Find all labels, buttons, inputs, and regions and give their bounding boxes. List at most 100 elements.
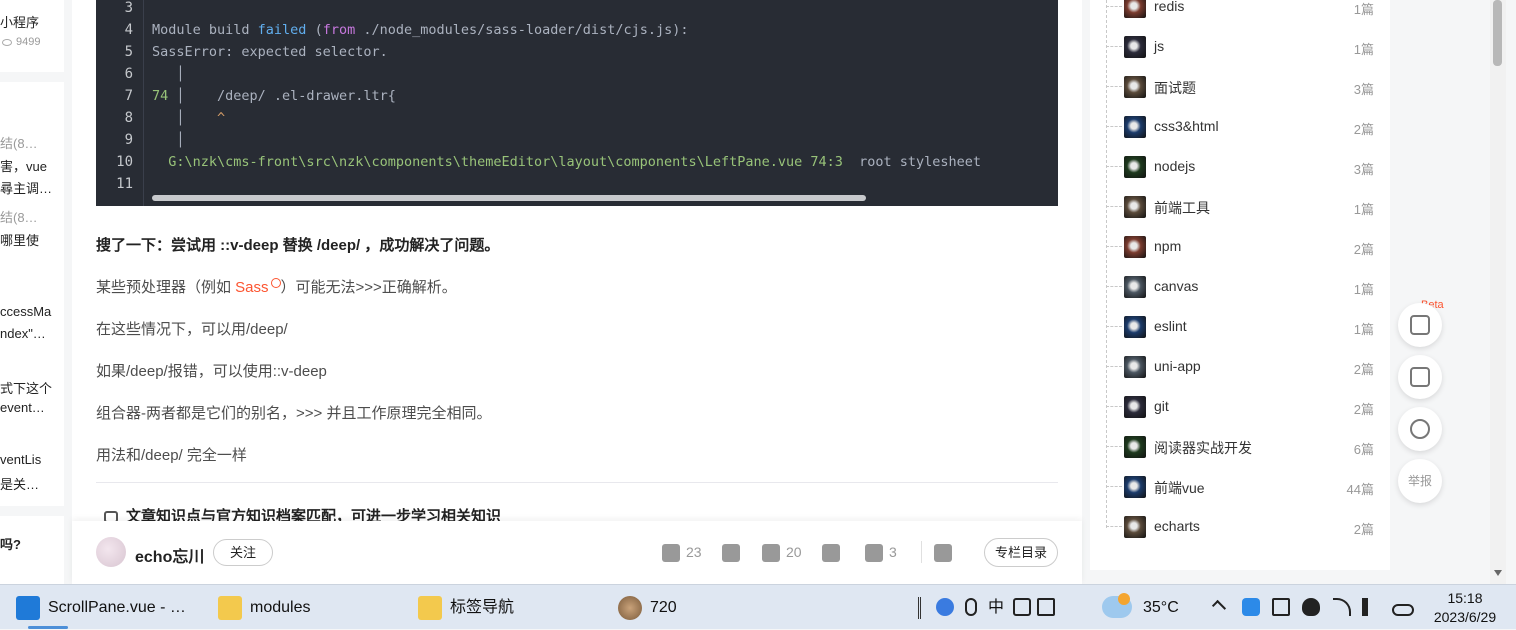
cloud-icon[interactable]: [1392, 604, 1414, 616]
dislike-button[interactable]: [722, 541, 746, 563]
related-article-text[interactable]: 小程序: [0, 12, 62, 31]
app-tray-icon[interactable]: [1242, 598, 1260, 616]
category-item[interactable]: uni-app 2篇: [1106, 346, 1386, 386]
paragraph: 在这些情况下，可以用/deep/: [96, 321, 288, 338]
tree-branch: [1106, 406, 1122, 407]
task-tab-nav-folder[interactable]: 标签导航: [418, 585, 514, 630]
battery-icon[interactable]: [1272, 598, 1290, 616]
related-article-text[interactable]: 结(8…: [0, 207, 62, 226]
category-name: eslint: [1154, 318, 1187, 334]
category-thumbnail: [1124, 0, 1146, 18]
favorite-button[interactable]: 20: [762, 541, 802, 563]
category-item[interactable]: nodejs 3篇: [1106, 146, 1386, 186]
related-article-text[interactable]: ccessMa: [0, 304, 62, 319]
tree-branch: [1106, 366, 1122, 367]
article-toolbar: echo忘川 关注 23 20 3 专栏目录: [72, 521, 1082, 584]
task-vscode[interactable]: ScrollPane.vue - …: [16, 585, 186, 630]
related-article-text[interactable]: 害，vue: [0, 156, 62, 175]
related-article-text[interactable]: event…: [0, 400, 62, 415]
microphone-icon[interactable]: [965, 598, 977, 616]
category-item[interactable]: 面试题 3篇: [1106, 66, 1386, 106]
category-thumbnail: [1124, 516, 1146, 538]
category-name: npm: [1154, 238, 1182, 254]
line-number-gutter: 3 4 5 6 7 8 9 10 11: [96, 0, 144, 206]
task-720[interactable]: 720: [618, 585, 677, 630]
chevron-up-icon[interactable]: [1211, 599, 1227, 615]
line-number: 7: [124, 88, 133, 104]
category-item[interactable]: redis 1篇: [1106, 0, 1386, 26]
category-item[interactable]: 前端工具 1篇: [1106, 186, 1386, 226]
temperature[interactable]: 35°C: [1143, 585, 1179, 630]
avatar[interactable]: [96, 537, 126, 567]
code-horizontal-scrollbar[interactable]: [152, 195, 866, 201]
ime-mode[interactable]: 中: [988, 585, 1004, 630]
sun-icon: [1118, 593, 1130, 605]
category-item[interactable]: echarts 2篇: [1106, 506, 1386, 546]
code-line: Module build failed (from ./node_modules…: [152, 22, 689, 38]
category-name: canvas: [1154, 278, 1199, 294]
sass-link[interactable]: Sass: [235, 278, 281, 296]
ai-assistant-button[interactable]: [1398, 303, 1442, 347]
category-item[interactable]: 阅读器实战开发 6篇: [1106, 426, 1386, 466]
category-item[interactable]: npm 2篇: [1106, 226, 1386, 266]
related-article-text[interactable]: 式下这个: [0, 378, 62, 397]
category-name: 前端工具: [1154, 200, 1210, 216]
category-thumbnail: [1124, 436, 1146, 458]
wifi-icon[interactable]: [1333, 598, 1351, 616]
reward-button[interactable]: [822, 541, 846, 563]
like-button[interactable]: 23: [662, 541, 702, 563]
task-modules-folder[interactable]: modules: [218, 585, 310, 630]
keyboard-icon[interactable]: [1013, 598, 1031, 616]
paragraph: 某些预处理器（例如 Sass ）可能无法>>>正确解析。: [96, 278, 457, 296]
scroll-down-arrow-icon[interactable]: [1494, 570, 1502, 576]
tree-branch: [1106, 206, 1122, 207]
category-name: git: [1154, 398, 1169, 414]
related-article-text[interactable]: 是关…: [0, 474, 62, 493]
thumbs-down-icon: [722, 544, 740, 563]
related-article-text[interactable]: ndex"…: [0, 326, 62, 341]
tools-icon[interactable]: [1037, 598, 1055, 616]
column-catalog-button[interactable]: 专栏目录: [984, 538, 1058, 567]
category-name: 前端vue: [1154, 480, 1205, 496]
category-thumbnail: [1124, 476, 1146, 498]
customer-service-button[interactable]: [1398, 407, 1442, 451]
category-item[interactable]: eslint 1篇: [1106, 306, 1386, 346]
volume-icon[interactable]: [1362, 598, 1376, 616]
category-thumbnail: [1124, 396, 1146, 418]
report-button[interactable]: 举报: [1398, 459, 1442, 503]
related-article-text[interactable]: ventLis: [0, 452, 62, 467]
taskbar: ScrollPane.vue - … modules 标签导航 720 中 35…: [0, 584, 1516, 629]
app-avatar-icon: [618, 595, 642, 620]
category-count: 6篇: [1353, 442, 1374, 457]
category-item[interactable]: git 2篇: [1106, 386, 1386, 426]
category-name: 面试题: [1154, 80, 1196, 96]
related-article-text[interactable]: 结(8…: [0, 133, 62, 152]
tree-branch: [1106, 486, 1122, 487]
tree-branch: [1106, 286, 1122, 287]
category-item[interactable]: 前端vue 44篇: [1106, 466, 1386, 506]
share-button[interactable]: [934, 541, 958, 563]
folder-icon: [218, 595, 242, 620]
tray-separator: [918, 597, 921, 619]
category-item[interactable]: canvas 1篇: [1106, 266, 1386, 306]
category-thumbnail: [1124, 156, 1146, 178]
follow-button[interactable]: 关注: [213, 539, 273, 566]
category-item[interactable]: js 1篇: [1106, 26, 1386, 66]
related-article-text[interactable]: 吗?: [0, 534, 62, 553]
thumbs-up-icon: [662, 544, 680, 563]
notes-button[interactable]: [1398, 355, 1442, 399]
qq-icon[interactable]: [1302, 598, 1320, 616]
scrollbar-thumb[interactable]: [1493, 0, 1502, 66]
tree-branch: [1106, 446, 1122, 447]
related-article-text[interactable]: 哪里使: [0, 230, 62, 249]
clock[interactable]: 15:18 2023/6/29: [1418, 589, 1512, 627]
comment-button[interactable]: 3: [865, 541, 897, 563]
author-name[interactable]: echo忘川: [135, 543, 204, 567]
page-scrollbar[interactable]: [1490, 0, 1506, 584]
ifly-icon[interactable]: [936, 598, 954, 616]
tree-branch: [1106, 166, 1122, 167]
category-item[interactable]: css3&html 2篇: [1106, 106, 1386, 146]
related-article-text[interactable]: 尋主调…: [0, 178, 62, 197]
code-line: G:\nzk\cms-front\src\nzk\components\them…: [168, 154, 982, 170]
category-count: 1篇: [1353, 202, 1374, 217]
